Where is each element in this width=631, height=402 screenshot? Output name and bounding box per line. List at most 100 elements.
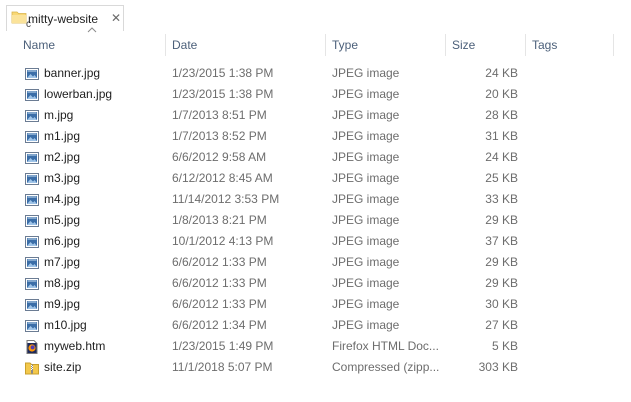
image-file-icon [24, 87, 40, 103]
file-row[interactable]: myweb.htm 1/23/2015 1:49 PM Firefox HTML D… [0, 336, 631, 357]
file-type: Compressed (zipp... [332, 360, 440, 374]
file-date: 6/6/2012 1:33 PM [172, 255, 267, 269]
file-date: 11/14/2012 3:53 PM [172, 192, 280, 206]
file-list: banner.jpg 1/23/2015 1:38 PM JPEG image 24 … [0, 63, 631, 378]
image-file-icon [24, 129, 40, 145]
image-file-icon [24, 234, 40, 250]
column-header-tags[interactable]: Tags [526, 31, 613, 57]
image-file-icon [24, 192, 40, 208]
file-date: 1/23/2015 1:49 PM [172, 339, 274, 353]
file-name: lowerban.jpg [44, 87, 113, 101]
file-name: m6.jpg [44, 234, 81, 248]
zip-folder-icon [24, 360, 40, 376]
file-type: JPEG image [332, 297, 400, 311]
file-type: JPEG image [332, 150, 400, 164]
file-name: m2.jpg [44, 150, 81, 164]
file-date: 1/7/2013 8:51 PM [172, 108, 267, 122]
file-date: 11/1/2018 5:07 PM [172, 360, 273, 374]
file-size: 24 KB [485, 150, 518, 164]
file-type: JPEG image [332, 213, 400, 227]
file-size: 37 KB [485, 234, 518, 248]
column-header-name[interactable]: Name [17, 31, 165, 57]
file-name: m5.jpg [44, 213, 81, 227]
image-file-icon [24, 66, 40, 82]
folder-icon [11, 11, 27, 24]
image-file-icon [24, 150, 40, 166]
close-icon[interactable]: ✕ [110, 11, 122, 25]
file-row[interactable]: m5.jpg 1/8/2013 8:21 PM JPEG image 29 KB [0, 210, 631, 231]
file-row[interactable]: m9.jpg 6/6/2012 1:33 PM JPEG image 30 KB [0, 294, 631, 315]
file-name: m4.jpg [44, 192, 81, 206]
file-date: 6/6/2012 9:58 AM [172, 150, 267, 164]
file-size: 30 KB [485, 297, 518, 311]
file-type: JPEG image [332, 318, 400, 332]
file-row[interactable]: lowerban.jpg 1/23/2015 1:38 PM JPEG image 2… [0, 84, 631, 105]
file-row[interactable]: m.jpg 1/7/2013 8:51 PM JPEG image 28 KB [0, 105, 631, 126]
file-row[interactable]: site.zip 11/1/2018 5:07 PM Compressed (zip… [0, 357, 631, 378]
file-row[interactable]: m1.jpg 1/7/2013 8:52 PM JPEG image 31 KB [0, 126, 631, 147]
file-row[interactable]: m10.jpg 6/6/2012 1:34 PM JPEG image 27 KB [0, 315, 631, 336]
file-date: 6/6/2012 1:34 PM [172, 318, 267, 332]
image-file-icon [24, 171, 40, 187]
file-type: JPEG image [332, 276, 400, 290]
image-file-icon [24, 318, 40, 334]
file-date: 1/7/2013 8:52 PM [172, 129, 267, 143]
file-size: 20 KB [485, 87, 518, 101]
file-name: m7.jpg [44, 255, 81, 269]
file-row[interactable]: m2.jpg 6/6/2012 9:58 AM JPEG image 24 KB [0, 147, 631, 168]
image-file-icon [24, 276, 40, 292]
file-size: 25 KB [485, 171, 518, 185]
file-size: 303 KB [478, 360, 518, 374]
file-date: 6/6/2012 1:33 PM [172, 276, 267, 290]
sort-ascending-icon [87, 27, 97, 33]
image-file-icon [24, 297, 40, 313]
file-name: myweb.htm [44, 339, 106, 353]
file-size: 29 KB [485, 255, 518, 269]
file-row[interactable]: banner.jpg 1/23/2015 1:38 PM JPEG image 24 … [0, 63, 631, 84]
file-size: 27 KB [485, 318, 518, 332]
file-type: JPEG image [332, 192, 400, 206]
column-header-type[interactable]: Type [326, 31, 445, 57]
file-name: site.zip [44, 360, 82, 374]
image-file-icon [24, 108, 40, 124]
file-type: JPEG image [332, 129, 400, 143]
file-name: m8.jpg [44, 276, 81, 290]
file-date: 10/1/2012 4:13 PM [172, 234, 274, 248]
file-row[interactable]: m7.jpg 6/6/2012 1:33 PM JPEG image 29 KB [0, 252, 631, 273]
file-name: m.jpg [44, 108, 74, 122]
file-row[interactable]: m6.jpg 10/1/2012 4:13 PM JPEG image 37 KB [0, 231, 631, 252]
file-date: 6/12/2012 8:45 AM [172, 171, 273, 185]
column-divider[interactable] [613, 34, 614, 56]
file-size: 24 KB [485, 66, 518, 80]
file-date: 1/23/2015 1:38 PM [172, 87, 274, 101]
file-name: banner.jpg [44, 66, 101, 80]
column-header-row: Name Date Type Size Tags [0, 31, 631, 57]
file-size: 31 KB [485, 129, 518, 143]
file-size: 29 KB [485, 213, 518, 227]
file-type: JPEG image [332, 255, 400, 269]
file-date: 6/6/2012 1:33 PM [172, 297, 267, 311]
column-header-size[interactable]: Size [446, 31, 525, 57]
tab-mitty-website[interactable]: c mitty-website ✕ [6, 5, 124, 31]
column-header-date[interactable]: Date [166, 31, 325, 57]
file-size: 5 KB [491, 339, 518, 353]
file-row[interactable]: m3.jpg 6/12/2012 8:45 AM JPEG image 25 KB [0, 168, 631, 189]
file-type: JPEG image [332, 108, 400, 122]
file-name: m1.jpg [44, 129, 81, 143]
image-file-icon [24, 213, 40, 229]
file-name: m3.jpg [44, 171, 81, 185]
firefox-html-icon [24, 339, 40, 355]
file-row[interactable]: m8.jpg 6/6/2012 1:33 PM JPEG image 29 KB [0, 273, 631, 294]
file-type: JPEG image [332, 87, 400, 101]
file-name: m9.jpg [44, 297, 81, 311]
file-date: 1/23/2015 1:38 PM [172, 66, 274, 80]
file-size: 29 KB [485, 276, 518, 290]
file-type: JPEG image [332, 171, 400, 185]
file-size: 28 KB [485, 108, 518, 122]
tab-title: mitty-website [28, 12, 99, 26]
file-name: m10.jpg [44, 318, 87, 332]
file-row[interactable]: m4.jpg 11/14/2012 3:53 PM JPEG image 33 KB [0, 189, 631, 210]
image-file-icon [24, 255, 40, 271]
file-date: 1/8/2013 8:21 PM [172, 213, 267, 227]
file-size: 33 KB [485, 192, 518, 206]
